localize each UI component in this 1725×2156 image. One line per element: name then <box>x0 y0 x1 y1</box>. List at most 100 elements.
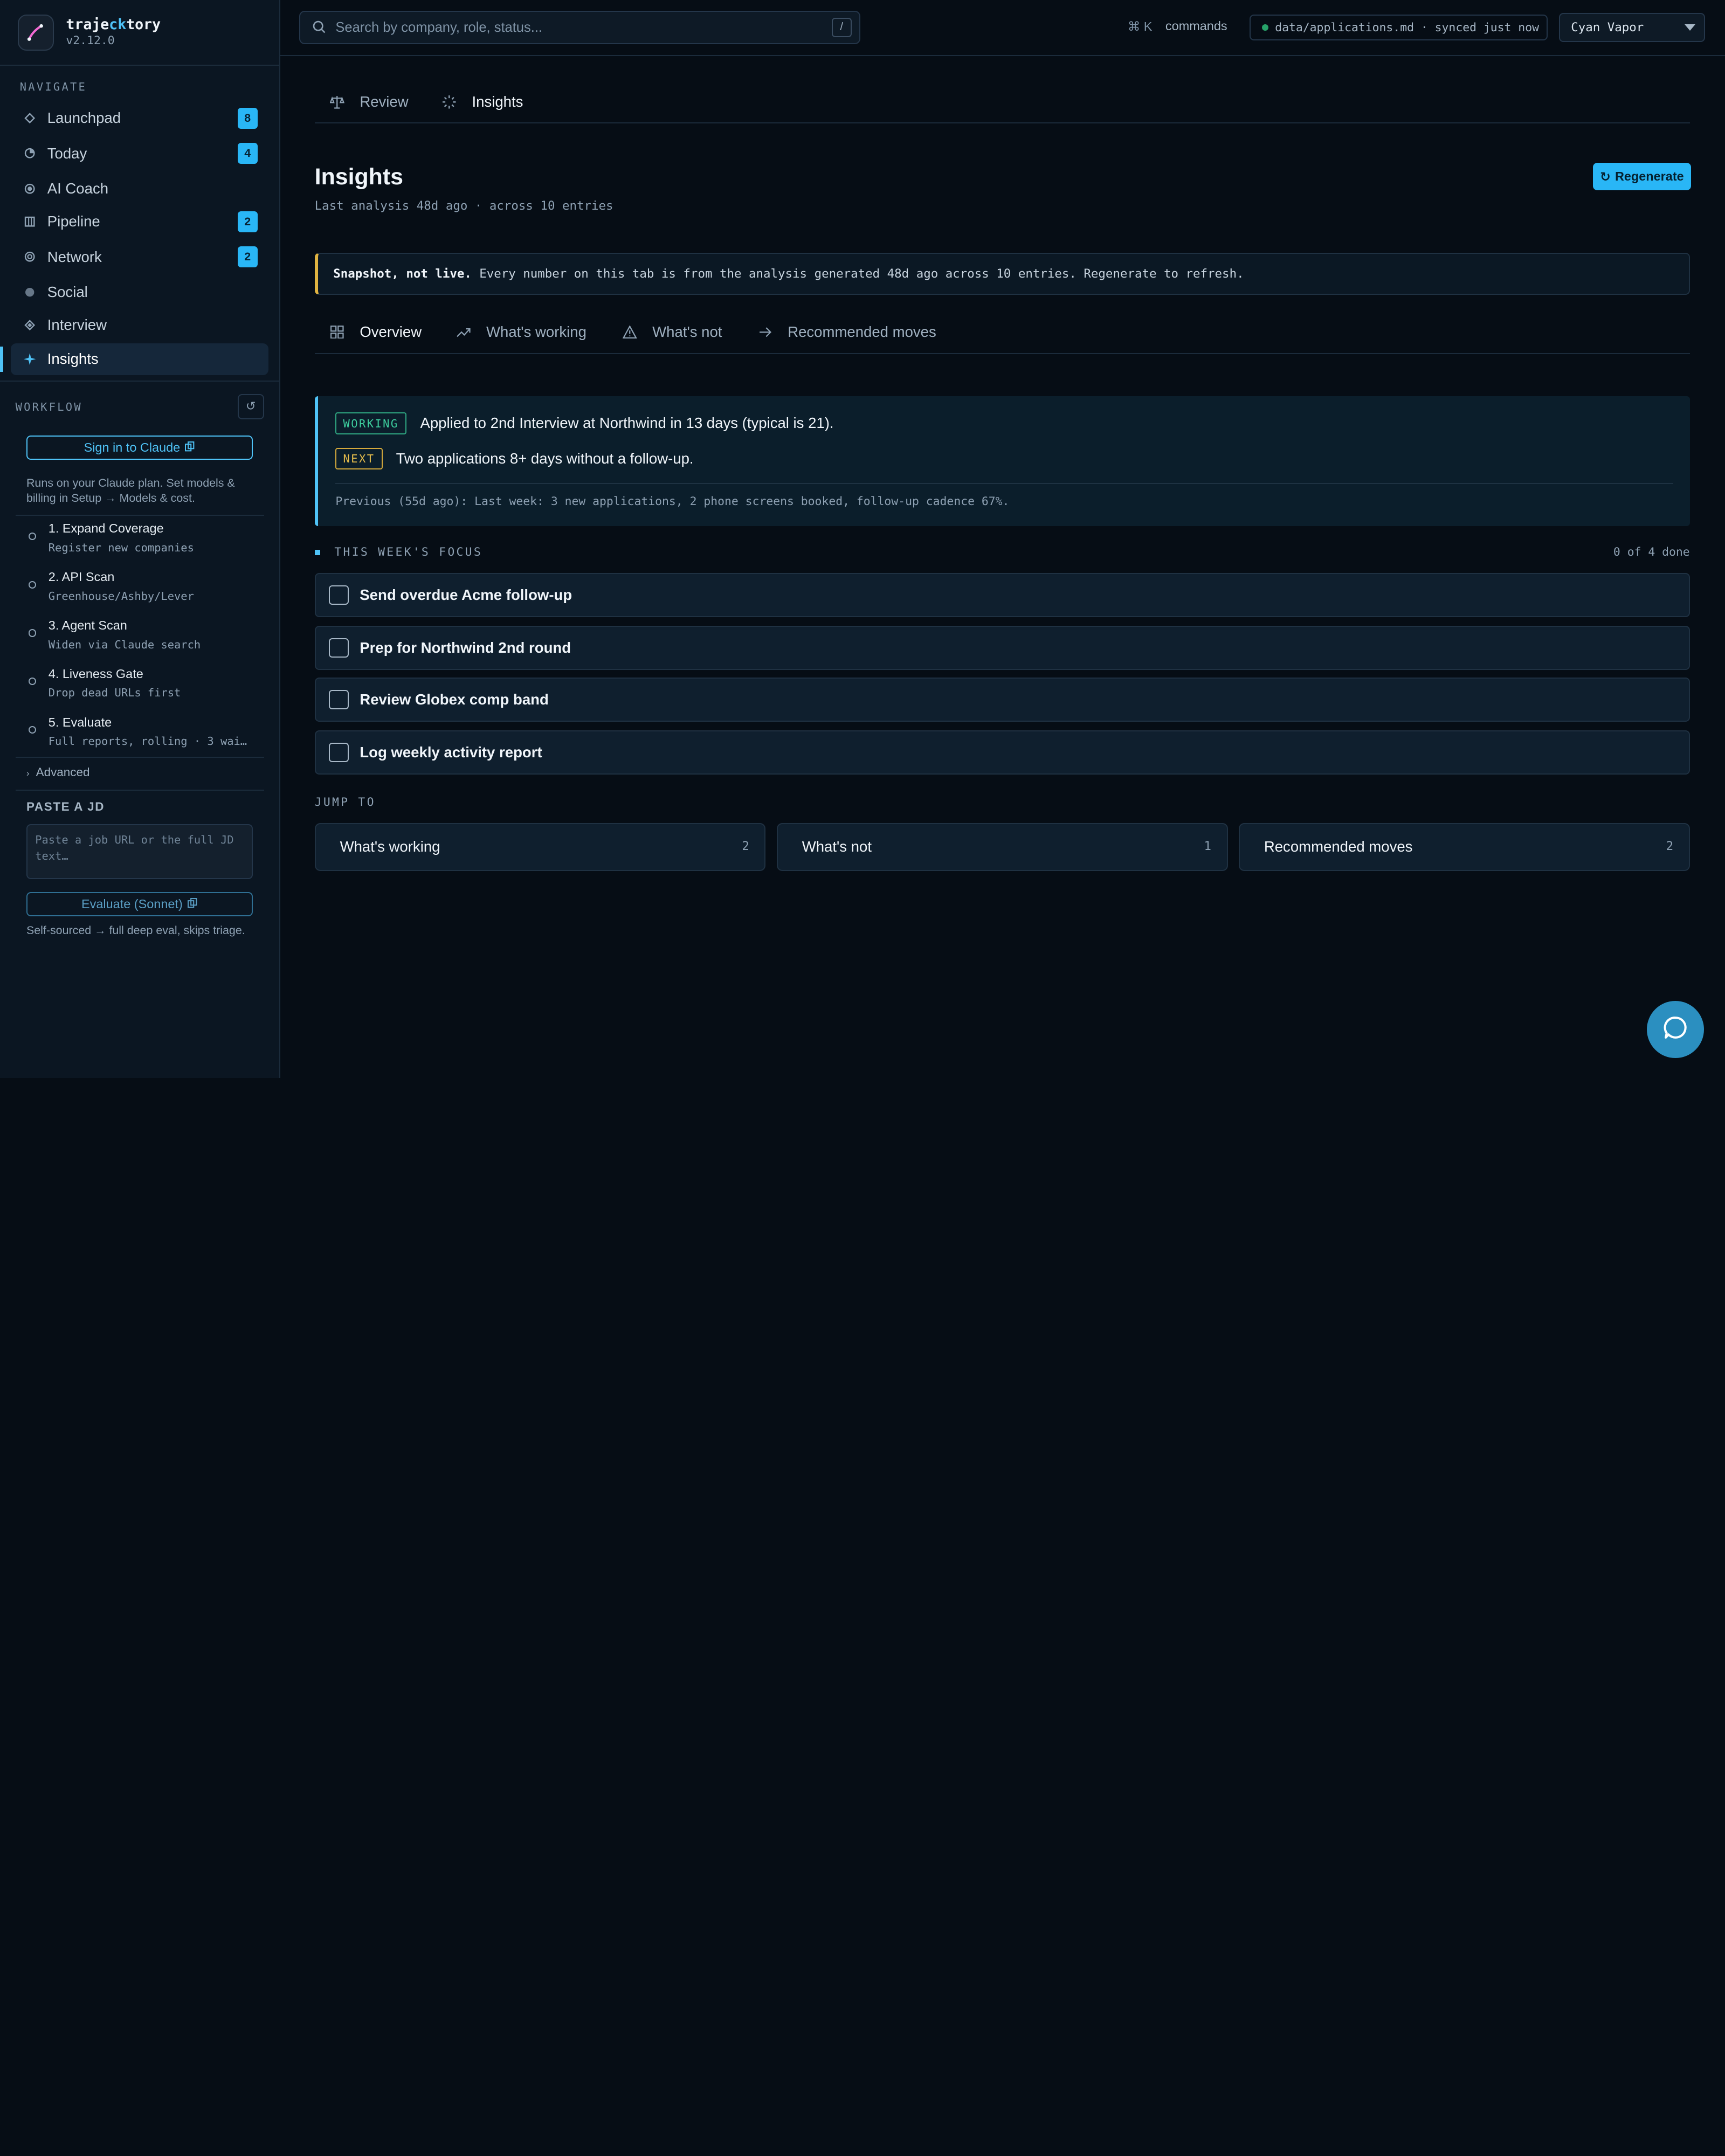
task-checkbox[interactable] <box>329 585 349 605</box>
search-shortcut: / <box>831 17 852 38</box>
tab-label: What's working <box>486 323 586 340</box>
nav-social[interactable]: Social <box>11 276 268 308</box>
task-checkbox[interactable] <box>329 638 349 658</box>
focus-section-label: THIS WEEK'S FOCUS <box>314 545 482 559</box>
step-title: 1. Expand Coverage <box>48 521 164 536</box>
brand-version: v2.12.0 <box>66 34 115 48</box>
tab-label: Recommended moves <box>788 323 936 340</box>
sync-status-icon <box>1261 24 1268 31</box>
nav-today[interactable]: Today 4 <box>11 137 268 169</box>
sign-in-label: Sign in to Claude <box>84 440 181 455</box>
sync-file: data/applications.md · synced just now <box>1275 20 1539 34</box>
divider <box>15 790 264 791</box>
insight-tabs: Overview What's working What's not Recom… <box>314 316 1690 355</box>
refresh-icon: ↺ <box>245 399 256 413</box>
cmd-key: ⌘ K <box>1127 19 1153 33</box>
chevron-right-icon: › <box>26 769 30 779</box>
step-title: 4. Liveness Gate <box>48 666 143 681</box>
step-sub: Widen via Claude search <box>48 638 201 651</box>
jump-whats-working[interactable]: What's working 2 <box>314 823 766 872</box>
nav-pipeline[interactable]: Pipeline 2 <box>11 206 268 238</box>
step-status-icon <box>29 581 37 589</box>
evaluate-button[interactable]: Evaluate (Sonnet) <box>26 892 253 916</box>
tab-whats-working[interactable]: What's working <box>457 323 586 341</box>
nav-label: Insights <box>47 350 99 368</box>
focus-count: 0 of 4 done <box>1613 545 1690 559</box>
snapshot-text: Every number on this tab is from the ana… <box>479 267 1244 281</box>
plan-note: Runs on your Claude plan. Set models & b… <box>26 476 235 505</box>
scale-icon <box>330 95 344 109</box>
nav-launchpad[interactable]: Launchpad 8 <box>11 102 268 134</box>
step-status-icon <box>29 725 37 734</box>
ring-icon <box>23 250 36 263</box>
theme-value: Cyan Vapor <box>1571 20 1644 34</box>
advanced-toggle[interactable]: › Advanced <box>26 765 89 779</box>
sign-in-claude-button[interactable]: Sign in to Claude <box>26 436 253 460</box>
step-sub: Greenhouse/Ashby/Lever <box>48 589 194 603</box>
chat-bubble-icon <box>1662 1014 1689 1045</box>
topbar: / ⌘ K commands data/applications.md · sy… <box>280 0 1725 57</box>
grid-icon <box>330 325 344 340</box>
arrow-right-icon <box>758 325 772 340</box>
step-sub: Full reports, rolling · 3 wai… <box>48 735 247 748</box>
logo-icon <box>17 14 54 51</box>
tab-insights[interactable]: Insights <box>442 93 523 110</box>
evaluate-label: Evaluate (Sonnet) <box>81 897 183 911</box>
nav-insights[interactable]: Insights <box>0 343 268 375</box>
sync-status[interactable]: data/applications.md · synced just now <box>1250 14 1548 41</box>
nav-interview[interactable]: Interview <box>11 309 268 341</box>
jump-count: 1 <box>1204 839 1211 854</box>
previous-summary: Previous (55d ago): Last week: 3 new app… <box>335 495 1010 509</box>
working-tag: WORKING <box>335 412 406 435</box>
nav-label: Launchpad <box>47 109 121 127</box>
tab-whats-not[interactable]: What's not <box>623 323 722 341</box>
nav-ai-coach[interactable]: AI Coach <box>11 172 268 204</box>
workflow-reset-button[interactable]: ↺ <box>237 393 264 419</box>
snapshot-title: Snapshot, not live. <box>333 267 472 281</box>
working-text: Applied to 2nd Interview at Northwind in… <box>420 414 834 432</box>
jump-whats-not[interactable]: What's not 1 <box>776 823 1228 872</box>
regenerate-label: Regenerate <box>1614 169 1684 184</box>
diamond-icon <box>23 112 36 125</box>
focus-task[interactable]: Review Globex comp band <box>314 678 1690 722</box>
page-title: Insights <box>314 164 403 190</box>
search-box[interactable]: / <box>299 11 860 44</box>
tab-recommended-moves[interactable]: Recommended moves <box>758 323 936 341</box>
clock-icon <box>23 147 36 160</box>
step-title: 3. Agent Scan <box>48 618 127 632</box>
advanced-label: Advanced <box>36 765 90 779</box>
tab-review[interactable]: Review <box>330 93 409 110</box>
tab-overview[interactable]: Overview <box>330 323 422 341</box>
jump-title: What's working <box>340 838 440 855</box>
jump-count: 2 <box>742 839 749 854</box>
focus-task[interactable]: Log weekly activity report <box>314 730 1690 775</box>
loader-icon <box>442 95 457 109</box>
task-checkbox[interactable] <box>329 689 349 710</box>
divider <box>15 515 264 516</box>
sidebar: trajecktory v2.12.0 NAVIGATE Launchpad 8… <box>0 0 281 1078</box>
focus-task[interactable]: Send overdue Acme follow-up <box>314 573 1690 617</box>
jump-count: 2 <box>1666 839 1674 854</box>
task-checkbox[interactable] <box>329 742 349 763</box>
dot-icon <box>23 286 36 299</box>
chat-button[interactable] <box>1647 1001 1705 1059</box>
step-status-icon <box>29 532 37 541</box>
step-title: 2. API Scan <box>48 570 115 584</box>
search-input[interactable] <box>335 19 820 36</box>
navigate-label: NAVIGATE <box>19 80 87 93</box>
trending-up-icon <box>457 325 471 340</box>
target-icon <box>23 182 36 195</box>
nav-network[interactable]: Network 2 <box>11 241 268 273</box>
brand[interactable]: trajecktory v2.12.0 <box>17 14 161 51</box>
theme-select[interactable]: Cyan Vapor <box>1558 13 1706 42</box>
paste-jd-input[interactable] <box>26 824 253 879</box>
step-status-icon <box>29 678 37 686</box>
page-subtitle: Last analysis 48d ago · across 10 entrie… <box>314 199 613 213</box>
command-palette-button[interactable]: ⌘ K commands <box>1128 19 1227 34</box>
regenerate-button[interactable]: ↻ Regenerate <box>1593 163 1691 191</box>
chevron-down-icon <box>1684 24 1695 31</box>
warning-icon <box>623 325 637 340</box>
jump-recommended-moves[interactable]: Recommended moves 2 <box>1238 823 1690 872</box>
focus-task[interactable]: Prep for Northwind 2nd round <box>314 626 1690 670</box>
step-title: 5. Evaluate <box>48 715 112 729</box>
